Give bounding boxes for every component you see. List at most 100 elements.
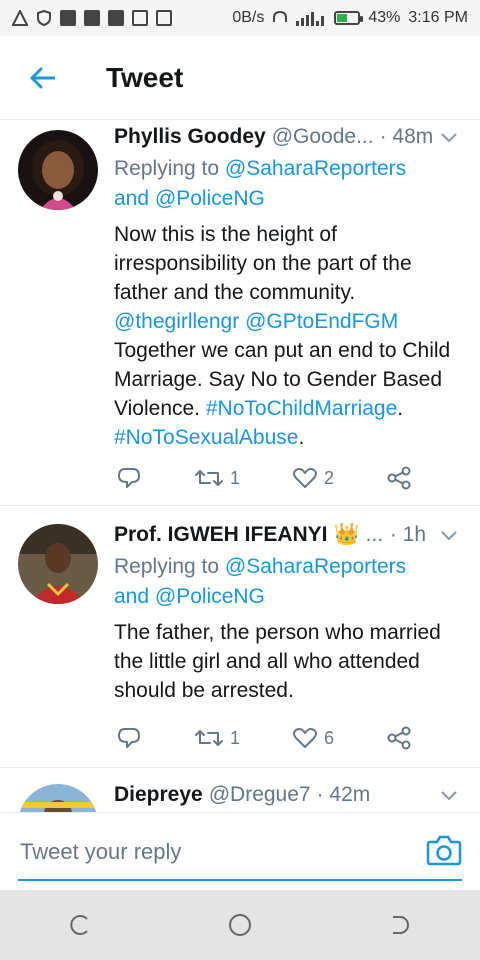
- author-handle[interactable]: @Goode...: [272, 125, 374, 149]
- battery-icon: [334, 11, 364, 25]
- back-nav-icon: [393, 916, 409, 934]
- headphones-icon: [273, 10, 288, 22]
- hashtag-link[interactable]: #NoToChildMarriage: [206, 397, 397, 420]
- back-nav-button[interactable]: [380, 905, 420, 945]
- warning-icon: [12, 10, 28, 26]
- like-count: 2: [323, 467, 334, 488]
- camera-icon[interactable]: [426, 833, 462, 867]
- tweet-body: Prof. IGWEH IFEANYI 👑 ... · 1h Replying …: [114, 520, 460, 705]
- recent-apps-button[interactable]: [60, 905, 100, 945]
- arrow-left-icon: [30, 67, 55, 88]
- mention-link[interactable]: @SaharaReporters: [225, 555, 406, 578]
- tweet-header: Phyllis Goodey @Goode... · 48m: [114, 122, 460, 152]
- tweet-text: The father, the person who married the l…: [114, 618, 460, 705]
- avatar[interactable]: [18, 784, 98, 812]
- battery-percent: 43%: [368, 9, 401, 26]
- replying-to: Replying to @SaharaReporters and @Police…: [114, 552, 460, 612]
- status-bar: 0B/s 43% 3:16 PM: [0, 0, 480, 36]
- hashtag-link[interactable]: #NoToSexualAbuse: [114, 426, 298, 449]
- app-notification-icon: [84, 10, 100, 26]
- author-handle[interactable]: ...: [366, 523, 384, 547]
- mention-link[interactable]: @GPtoEndFGM: [245, 310, 398, 333]
- heart-icon: [292, 468, 317, 488]
- chevron-down-icon[interactable]: [438, 524, 460, 546]
- stop-icon: [108, 10, 124, 26]
- status-bar-right: 0B/s 43% 3:16 PM: [232, 9, 468, 27]
- avatar-image: [18, 130, 98, 210]
- tweet-body: Diepreye @Dregue7 · 42m: [114, 780, 460, 810]
- avatar[interactable]: [18, 130, 98, 210]
- punctuation: .: [298, 426, 305, 449]
- signal-icon: [296, 12, 325, 26]
- status-bar-left: [12, 10, 172, 26]
- reply-icon: [118, 468, 140, 488]
- avatar-image: [18, 524, 98, 604]
- reply-composer: [0, 812, 480, 891]
- and-text: and: [114, 187, 155, 210]
- page-title: Tweet: [106, 61, 184, 93]
- reply-input[interactable]: [18, 829, 422, 875]
- share-button[interactable]: [386, 726, 412, 750]
- chevron-down-icon[interactable]: [438, 126, 460, 148]
- author-name[interactable]: Prof. IGWEH IFEANYI: [114, 523, 328, 547]
- image-icon: [132, 10, 148, 26]
- tweet-item[interactable]: Diepreye @Dregue7 · 42m: [0, 768, 480, 812]
- clock: 3:16 PM: [408, 9, 468, 26]
- share-button[interactable]: [386, 466, 412, 490]
- author-name[interactable]: Phyllis Goodey: [114, 125, 266, 149]
- tweet-text: Now this is the height of irresponsibili…: [114, 220, 460, 452]
- avatar-image: [18, 784, 98, 812]
- activity-icon: [156, 10, 172, 26]
- retweet-count: 1: [229, 467, 240, 488]
- chevron-down-icon[interactable]: [438, 784, 460, 806]
- app-bar: Tweet: [0, 36, 480, 120]
- system-nav-bar: [0, 890, 480, 960]
- tweet-item[interactable]: Phyllis Goodey @Goode... · 48m Replying …: [0, 120, 480, 506]
- reply-button[interactable]: [116, 466, 142, 490]
- home-circle-icon: [229, 914, 251, 936]
- heart-icon: [292, 728, 317, 748]
- author-name[interactable]: Diepreye: [114, 783, 203, 807]
- home-button[interactable]: [220, 905, 260, 945]
- tweet-time: · 1h: [389, 523, 426, 546]
- tweet-time: · 48m: [379, 125, 434, 148]
- retweet-count: 1: [229, 727, 240, 748]
- replying-to: Replying to @SaharaReporters and @Police…: [114, 154, 460, 214]
- tweet-actions: 1 6: [116, 722, 412, 754]
- author-handle[interactable]: @Dregue7: [209, 783, 311, 807]
- gamepad-icon: [60, 10, 76, 26]
- retweet-button[interactable]: 1: [194, 466, 240, 490]
- reply-icon: [118, 728, 140, 748]
- crown-emoji: 👑: [333, 523, 360, 546]
- tweet-header: Diepreye @Dregue7 · 42m: [114, 780, 460, 810]
- mention-link[interactable]: @PoliceNG: [155, 187, 265, 210]
- punctuation: .: [397, 397, 404, 420]
- retweet-icon: [194, 730, 223, 746]
- mention-link[interactable]: @SaharaReporters: [225, 157, 406, 180]
- recent-apps-icon: [70, 915, 88, 935]
- like-button[interactable]: 2: [292, 466, 334, 490]
- tweet-actions: 1 2: [116, 462, 412, 494]
- back-button[interactable]: [18, 54, 66, 102]
- and-text: and: [114, 585, 155, 608]
- mention-link[interactable]: @thegirllengr: [114, 310, 239, 333]
- tweet-text-part: The father, the person who married the l…: [114, 621, 441, 702]
- avatar[interactable]: [18, 524, 98, 604]
- reply-input-underline: [18, 879, 462, 881]
- share-icon: [387, 466, 411, 490]
- shield-icon: [37, 10, 51, 26]
- tweet-item[interactable]: Prof. IGWEH IFEANYI 👑 ... · 1h Replying …: [0, 506, 480, 768]
- retweet-button[interactable]: 1: [194, 726, 240, 750]
- net-speed: 0B/s: [232, 9, 265, 26]
- retweet-icon: [194, 470, 223, 486]
- reply-button[interactable]: [116, 726, 142, 750]
- replying-prefix: Replying to: [114, 157, 225, 180]
- like-count: 6: [323, 727, 334, 748]
- tweet-body: Phyllis Goodey @Goode... · 48m Replying …: [114, 122, 460, 452]
- mention-link[interactable]: @PoliceNG: [155, 585, 265, 608]
- tweet-header: Prof. IGWEH IFEANYI 👑 ... · 1h: [114, 520, 460, 550]
- share-icon: [387, 726, 411, 750]
- like-button[interactable]: 6: [292, 726, 334, 750]
- tweet-time: · 42m: [316, 783, 371, 806]
- reply-feed: Phyllis Goodey @Goode... · 48m Replying …: [0, 120, 480, 812]
